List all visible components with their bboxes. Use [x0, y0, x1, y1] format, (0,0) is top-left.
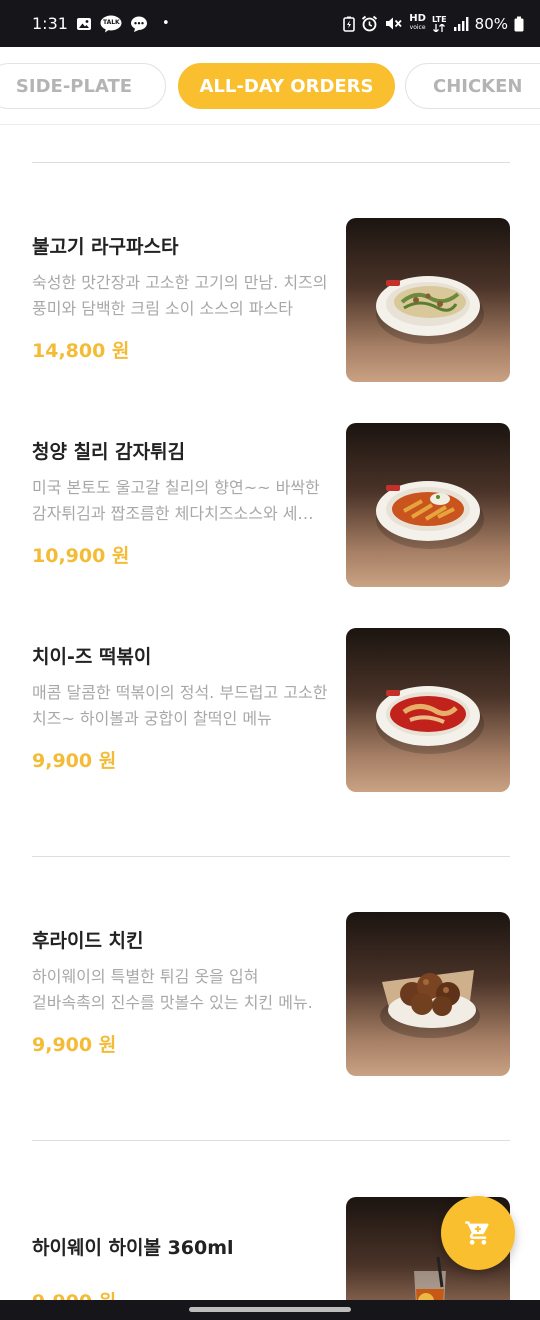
talk-badge-text: TALK — [102, 18, 120, 26]
battery-saver-icon — [343, 16, 356, 32]
menu-item-name: 후라이드 치킨 — [32, 930, 144, 952]
section-divider — [32, 162, 510, 163]
lte-label: LTE — [431, 14, 447, 24]
menu-list: 불고기 라구파스타 숙성한 맛간장과 고소한 고기의 만남. 치즈의 풍미와 담… — [0, 126, 540, 1300]
menu-item-description: 매콤 달콤한 떡볶이의 정석. 부드럽고 고소한 치즈~ 하이볼과 궁합이 찰떡… — [32, 683, 328, 728]
menu-item-description: 숙성한 맛간장과 고소한 고기의 만남. 치즈의 풍미와 담백한 크림 소이 소… — [32, 273, 328, 318]
menu-item-price: 10,900 원 — [32, 545, 130, 567]
section-divider — [32, 856, 510, 857]
cart-button[interactable] — [441, 1196, 515, 1270]
menu-item[interactable]: 불고기 라구파스타 숙성한 맛간장과 고소한 고기의 만남. 치즈의 풍미와 담… — [0, 218, 540, 382]
lte-icon: LTE — [431, 14, 447, 32]
signal-icon — [453, 16, 469, 32]
category-tab-bar: SIDE-PLATE ALL-DAY ORDERS CHICKEN — [0, 47, 540, 125]
section-divider — [32, 1140, 510, 1141]
status-dot: • — [161, 16, 170, 31]
chili-fries-photo — [346, 423, 510, 587]
menu-item-name: 하이웨이 하이볼 360ml — [32, 1237, 234, 1259]
tab-chicken-label: CHICKEN — [433, 75, 523, 97]
hd-sub-label: voice — [409, 24, 426, 31]
tab-all-day-orders[interactable]: ALL-DAY ORDERS — [178, 63, 395, 109]
tab-chicken[interactable]: CHICKEN — [405, 63, 540, 109]
menu-item-description: 미국 본토도 울고갈 칠리의 향연~~ 바싹한 감자튀김과 짭조름한 체다치즈소… — [32, 478, 320, 523]
hd-voice-icon: HD voice — [409, 13, 426, 32]
battery-icon — [514, 16, 524, 32]
menu-item-price: 9,900 원 — [32, 1034, 117, 1056]
menu-item-price: 14,800 원 — [32, 340, 130, 362]
shopping-cart-icon — [464, 1219, 492, 1247]
tteokbokki-photo — [346, 628, 510, 792]
mute-icon — [384, 15, 403, 32]
gallery-icon — [76, 16, 92, 32]
pasta-dish-photo — [346, 218, 510, 382]
menu-item[interactable]: 치이-즈 떡볶이 매콤 달콤한 떡볶이의 정석. 부드럽고 고소한 치즈~ 하이… — [0, 628, 540, 792]
system-navigation-bar — [0, 1300, 540, 1320]
status-time: 1:31 — [32, 14, 68, 33]
menu-item-price: 9,900 원 — [32, 1287, 116, 1300]
home-gesture-handle[interactable] — [189, 1307, 351, 1312]
hd-label: HD — [409, 13, 426, 24]
menu-item-price: 9,900 원 — [32, 750, 117, 772]
message-icon — [130, 15, 148, 33]
fried-chicken-photo — [346, 912, 510, 1076]
status-bar: 1:31 TALK • HD voice LTE 80% — [0, 0, 540, 47]
tab-side-plate-label: SIDE-PLATE — [15, 75, 133, 97]
tab-all-day-orders-label: ALL-DAY ORDERS — [199, 75, 374, 97]
menu-item-name: 치이-즈 떡볶이 — [32, 646, 152, 668]
battery-percent: 80% — [474, 14, 508, 33]
menu-item-description: 하이웨이의 특별한 튀김 옷을 입혀 겉바속촉의 진수를 맛볼수 있는 치킨 메… — [32, 967, 313, 1012]
alarm-icon — [361, 15, 378, 32]
talk-icon: TALK — [100, 15, 122, 33]
menu-item[interactable]: 청양 칠리 감자튀김 미국 본토도 울고갈 칠리의 향연~~ 바싹한 감자튀김과… — [0, 423, 540, 587]
menu-item[interactable]: 후라이드 치킨 하이웨이의 특별한 튀김 옷을 입혀 겉바속촉의 진수를 맛볼수… — [0, 912, 540, 1076]
tab-side-plate[interactable]: SIDE-PLATE — [0, 63, 166, 109]
menu-item-name: 불고기 라구파스타 — [32, 236, 179, 258]
menu-item-name: 청양 칠리 감자튀김 — [32, 441, 186, 463]
